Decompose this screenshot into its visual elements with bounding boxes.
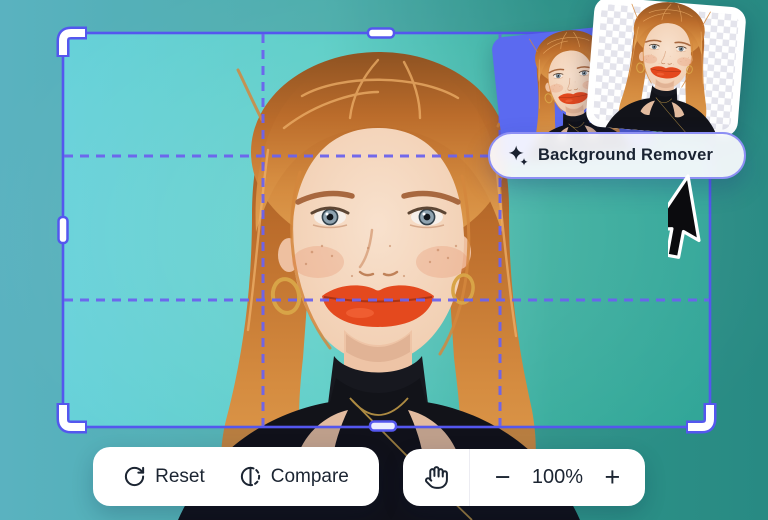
pan-hand-button[interactable] [424, 465, 449, 490]
crop-handle-bottom-right[interactable] [686, 403, 717, 434]
reset-button[interactable]: Reset [123, 465, 205, 488]
crop-handle-top-left[interactable] [56, 26, 87, 57]
compare-contrast-icon [240, 466, 260, 487]
hand-pan-icon [424, 466, 448, 489]
reset-rotate-icon [125, 466, 145, 487]
thumbnail-portrait-cutout [604, 0, 728, 137]
crop-handle-top[interactable] [366, 27, 396, 39]
crop-handle-bottom[interactable] [368, 420, 398, 432]
reset-label: Reset [155, 465, 205, 487]
zoom-out-button[interactable]: − [493, 464, 513, 491]
zoom-level-value: 100% [531, 466, 584, 488]
sparkles-icon [508, 145, 528, 166]
crop-handle-left[interactable] [57, 215, 69, 245]
edit-toolbar: Reset Compare [93, 447, 379, 506]
compare-button[interactable]: Compare [239, 465, 349, 488]
crop-handle-bottom-left[interactable] [56, 403, 87, 434]
zoom-toolbar: − 100% + [403, 449, 645, 506]
compare-label: Compare [270, 465, 349, 487]
cursor-arrow-icon [668, 174, 701, 259]
zoom-in-button[interactable]: + [603, 464, 623, 491]
editor-canvas: Background Remover Reset Compare − 100% … [0, 0, 768, 520]
background-remover-label: Background Remover [538, 146, 714, 164]
thumbnail-card-cutout[interactable] [585, 0, 747, 138]
